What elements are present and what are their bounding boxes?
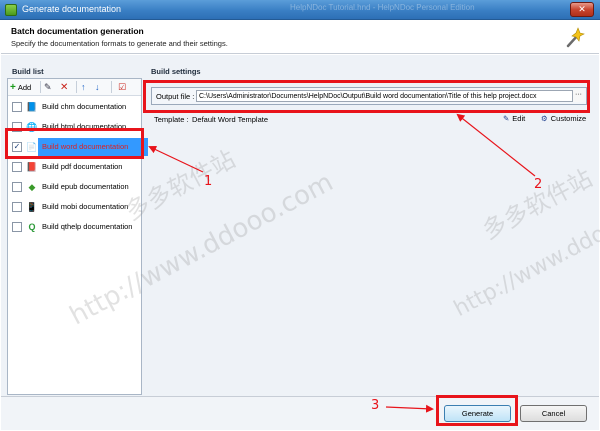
build-item-qthelp[interactable]: Q Build qthelp documentation [10,218,139,236]
annotation-box-2 [143,80,590,113]
build-item-checkbox[interactable] [12,222,22,232]
check-all-icon[interactable]: ☑ [118,81,130,94]
build-item-pdf[interactable]: 📕 Build pdf documentation [10,158,139,176]
template-value: Default Word Template [192,115,269,124]
annotation-number-1: 1 [204,174,213,189]
build-settings-label: Build settings [151,67,201,76]
build-list-panel: + Add ✎ ✕ ↑ ↓ ☑ 📘 Build chm documentation… [7,78,152,395]
build-item-label: Build mobi documentation [42,202,129,211]
arrow-up-icon[interactable]: ↑ [81,81,93,94]
annotation-number-3: 3 [371,398,380,413]
customize-label: Customize [550,114,587,123]
title-bar: Generate documentation HelpNDoc Tutorial… [0,0,600,20]
close-button[interactable]: ✕ [570,2,594,17]
cancel-button[interactable]: Cancel [520,405,587,422]
add-button[interactable]: + Add [10,81,38,94]
magic-wand-icon [566,27,585,48]
build-item-label: Build epub documentation [42,182,129,191]
build-item-label: Build pdf documentation [42,162,123,171]
dialog-header: Batch documentation generation Specify t… [1,21,599,54]
arrow-down-icon[interactable]: ↓ [95,81,107,94]
build-item-label: Build qthelp documentation [42,222,133,231]
build-item-chm[interactable]: 📘 Build chm documentation [10,98,139,116]
build-item-epub[interactable]: ◆ Build epub documentation [10,178,139,196]
rename-icon[interactable]: ✎ [44,81,57,94]
add-button-label: Add [17,83,32,92]
app-icon [5,4,17,16]
window-title: Generate documentation [22,4,122,14]
epub-icon: ◆ [28,182,36,192]
build-list-label: Build list [12,67,44,76]
mobi-icon: 📱 [26,202,38,212]
header-subtitle: Specify the documentation formats to gen… [11,39,228,48]
plus-icon: + [10,82,16,93]
annotation-number-2: 2 [534,177,543,192]
pdf-icon: 📕 [26,162,38,172]
build-item-label: Build chm documentation [42,102,127,111]
gear-icon: ⚙ [541,114,548,123]
edit-template-button[interactable]: ✎ Edit [503,114,525,123]
annotation-box-1 [5,128,144,159]
annotation-box-3 [436,395,518,426]
build-item-checkbox[interactable] [12,102,22,112]
build-item-checkbox[interactable] [12,162,22,172]
chm-icon: 📘 [26,102,38,112]
template-label: Template : [154,115,189,124]
toolbar-separator [111,81,112,93]
customize-template-button[interactable]: ⚙ Customize [541,114,586,123]
build-list-toolbar: + Add ✎ ✕ ↑ ↓ ☑ [8,79,141,96]
delete-icon[interactable]: ✕ [60,81,72,94]
header-title: Batch documentation generation [11,26,144,36]
build-item-checkbox[interactable] [12,202,22,212]
toolbar-separator [76,81,77,93]
background-window-title: HelpNDoc Tutorial.hnd - HelpNDoc Persona… [290,3,475,12]
qthelp-icon: Q [28,222,36,232]
build-item-checkbox[interactable] [12,182,22,192]
pencil-icon: ✎ [503,114,510,123]
toolbar-separator [40,81,41,93]
edit-label: Edit [512,114,526,123]
